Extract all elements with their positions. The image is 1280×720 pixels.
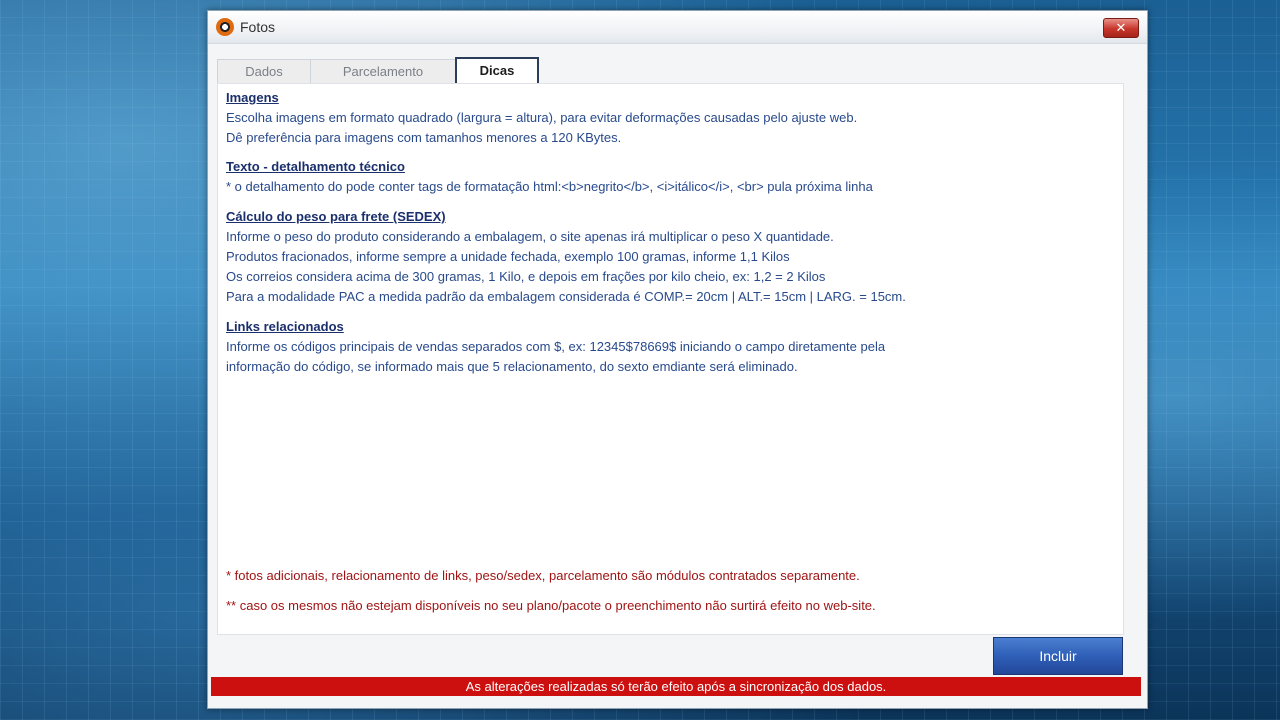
tab-parcelamento[interactable]: Parcelamento bbox=[310, 59, 456, 84]
section-links: Links relacionados Informe os códigos pr… bbox=[226, 317, 885, 377]
tab-dicas[interactable]: Dicas bbox=[455, 57, 539, 83]
section-line: Informe os códigos principais de vendas … bbox=[226, 339, 886, 354]
section-imagens: Imagens Escolha imagens em formato quadr… bbox=[226, 88, 857, 148]
status-bar: As alterações realizadas só terão efeito… bbox=[211, 677, 1141, 696]
section-heading: Links relacionados bbox=[226, 319, 344, 334]
footnote-modules: * fotos adicionais, relacionamento de li… bbox=[226, 568, 860, 583]
section-line: Produtos fracionados, informe sempre a u… bbox=[226, 249, 790, 264]
section-line: Dê preferência para imagens com tamanhos… bbox=[226, 130, 622, 145]
section-calculo-peso: Cálculo do peso para frete (SEDEX) Infor… bbox=[226, 207, 906, 307]
tab-dados[interactable]: Dados bbox=[217, 59, 311, 84]
section-heading: Imagens bbox=[226, 90, 279, 105]
close-button[interactable]: ✕ bbox=[1103, 18, 1139, 38]
tab-content-dicas: Imagens Escolha imagens em formato quadr… bbox=[217, 83, 1124, 635]
section-line: Para a modalidade PAC a medida padrão da… bbox=[226, 289, 906, 304]
include-button[interactable]: Incluir bbox=[993, 637, 1123, 675]
fotos-dialog: Fotos ✕ Dados Parcelamento Dicas Imagens… bbox=[207, 10, 1148, 709]
app-icon bbox=[216, 18, 234, 36]
section-line: Informe o peso do produto considerando a… bbox=[226, 229, 834, 244]
window-title: Fotos bbox=[240, 19, 276, 35]
section-line: Escolha imagens em formato quadrado (lar… bbox=[226, 110, 858, 125]
section-line: Os correios considera acima de 300 grama… bbox=[226, 269, 826, 284]
title-bar[interactable]: Fotos ✕ bbox=[208, 11, 1147, 44]
section-line: * o detalhamento do pode conter tags de … bbox=[226, 179, 873, 194]
section-line: informação do código, se informado mais … bbox=[226, 359, 798, 374]
section-texto: Texto - detalhamento técnico * o detalha… bbox=[226, 157, 873, 197]
section-heading: Cálculo do peso para frete (SEDEX) bbox=[226, 209, 446, 224]
footnote-plan: ** caso os mesmos não estejam disponívei… bbox=[226, 598, 876, 613]
section-heading: Texto - detalhamento técnico bbox=[226, 159, 405, 174]
